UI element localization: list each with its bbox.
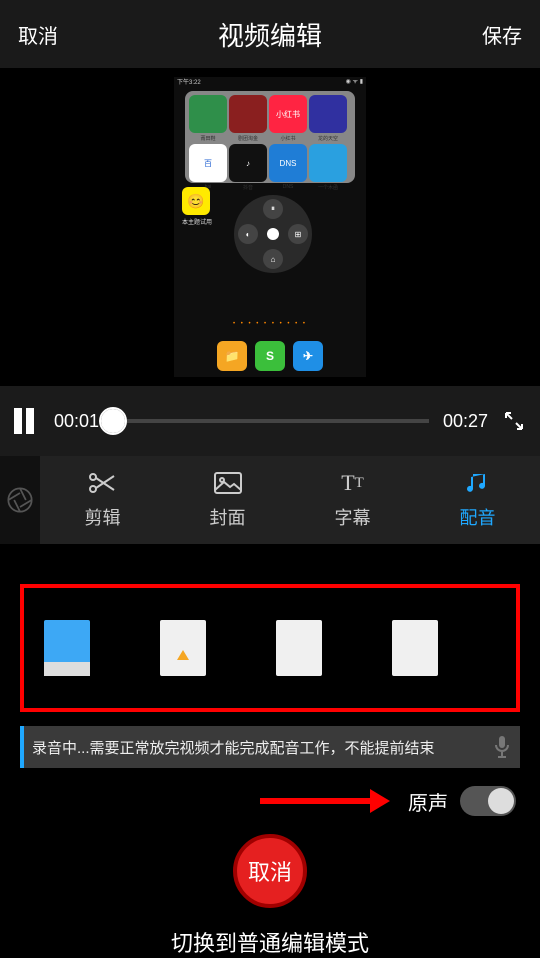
radial-node: ⌂ (263, 249, 283, 269)
dock-icon: ✈ (293, 341, 323, 371)
save-button[interactable]: 保存 (482, 20, 522, 49)
preview-frame: 下午3:22 ◉ ᯤ ▮ 莆田鞋剧团淘金小红书小红书龙的天空百bai♪抖音DNS… (174, 77, 366, 377)
annotation-arrow (260, 794, 390, 808)
seek-slider[interactable] (113, 419, 429, 423)
dock-icon: S (255, 341, 285, 371)
assistive-touch-menu: ⏸ ◐ ⊞ ⌂ (234, 195, 312, 273)
music-icon (465, 470, 491, 496)
side-app-label: 本主题试用 (182, 217, 212, 226)
app-icon: DNSDNS (269, 144, 307, 191)
timeline-frame[interactable] (96, 618, 154, 678)
pause-button[interactable] (14, 408, 40, 434)
cancel-record-button[interactable]: 取消 (233, 834, 307, 908)
timeline-frame[interactable] (386, 618, 444, 678)
timeline-frame[interactable] (270, 618, 328, 678)
playback-bar: 00:01 00:27 (0, 386, 540, 456)
tab-cut[interactable]: 剪辑 (40, 456, 165, 544)
aperture-icon[interactable] (0, 456, 40, 544)
tab-label: 封面 (210, 504, 246, 530)
phone-status-bar: 下午3:22 ◉ ᯤ ▮ (174, 77, 366, 87)
seek-knob[interactable] (101, 409, 125, 433)
video-preview[interactable]: 下午3:22 ◉ ᯤ ▮ 莆田鞋剧团淘金小红书小红书龙的天空百bai♪抖音DNS… (0, 68, 540, 386)
radial-center-icon (267, 228, 279, 240)
cancel-button[interactable]: 取消 (18, 20, 58, 49)
timeline-frame[interactable] (328, 618, 386, 678)
tool-tabs: 剪辑 封面 TT 字幕 配音 (0, 456, 540, 544)
text-icon: TT (341, 470, 364, 496)
current-time: 00:01 (54, 411, 99, 432)
tab-dub[interactable]: 配音 (415, 456, 540, 544)
app-icon: 百bai (189, 144, 227, 191)
dock: 📁 S ✈ (174, 341, 366, 371)
app-folder: 莆田鞋剧团淘金小红书小红书龙的天空百bai♪抖音DNSDNS一个木函 (185, 91, 355, 183)
recording-status-bar: 录音中...需要正常放完视频才能完成配音工作，不能提前结束 (20, 726, 520, 768)
timeline-frame[interactable] (38, 618, 96, 678)
image-icon (214, 470, 242, 496)
switch-mode-link[interactable]: 切换到普通编辑模式 (0, 926, 540, 958)
radial-node: ⏸ (263, 199, 283, 219)
app-icon: 龙的天空 (309, 95, 347, 142)
app-icon: 莆田鞋 (189, 95, 227, 142)
timeline-highlight-box (20, 584, 520, 712)
original-sound-toggle[interactable] (460, 786, 516, 816)
fullscreen-icon[interactable] (502, 409, 526, 433)
status-icons: ◉ ᯤ ▮ (346, 77, 363, 87)
app-icon: 剧团淘金 (229, 95, 267, 142)
radial-node: ◐ (238, 224, 258, 244)
duration-time: 00:27 (443, 411, 488, 432)
app-icon: ♪抖音 (229, 144, 267, 191)
tab-subtitle[interactable]: TT 字幕 (290, 456, 415, 544)
timeline-frame[interactable] (444, 618, 502, 678)
original-sound-row: 原声 (0, 786, 516, 816)
scissors-icon (88, 470, 118, 496)
recording-status-text: 录音中...需要正常放完视频才能完成配音工作，不能提前结束 (24, 737, 484, 758)
smile-icon: 😊 (182, 187, 210, 215)
timeline-frame[interactable] (154, 618, 212, 678)
radial-node: ⊞ (288, 224, 308, 244)
tab-cover[interactable]: 封面 (165, 456, 290, 544)
microphone-icon (484, 735, 520, 759)
toggle-knob (488, 788, 514, 814)
original-sound-label: 原声 (408, 787, 448, 816)
app-icon: 一个木函 (309, 144, 347, 191)
page-title: 视频编辑 (218, 16, 322, 53)
side-app: 😊 本主题试用 (182, 187, 212, 226)
app-icon: 小红书小红书 (269, 95, 307, 142)
video-timeline[interactable] (38, 618, 502, 678)
tab-label: 配音 (460, 504, 496, 530)
dock-icon: 📁 (217, 341, 247, 371)
tab-label: 字幕 (335, 504, 371, 530)
page-indicator: • • • • • • • • • • (174, 321, 366, 327)
tab-label: 剪辑 (85, 504, 121, 530)
status-time: 下午3:22 (177, 77, 201, 87)
timeline-frame[interactable] (212, 618, 270, 678)
